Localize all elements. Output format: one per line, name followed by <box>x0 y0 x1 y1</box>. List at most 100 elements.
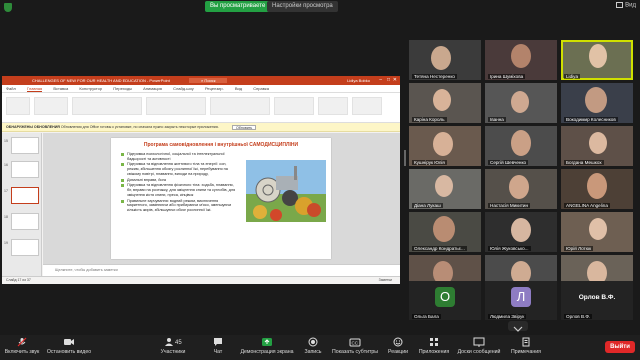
ribbon-tab[interactable]: Конструктор <box>79 86 102 91</box>
mic-muted-icon <box>17 337 27 347</box>
cc-icon: CC <box>349 338 361 347</box>
editing-group[interactable] <box>274 97 314 115</box>
participant-tile[interactable]: Настасія Микитин <box>485 169 557 209</box>
participant-name: Орлов В.Ф. <box>564 314 593 319</box>
clipboard-group[interactable] <box>6 97 30 115</box>
ribbon-tab[interactable]: Слайд-шоу <box>173 86 194 91</box>
infobar-title: ОБНАРУЖЕНЫ ОБНОВЛЕНИЯ <box>6 125 60 129</box>
participant-tile[interactable]: Орлов В.Ф. Орлов В.Ф. <box>561 281 633 320</box>
slide-canvas[interactable]: Програма самовідновлення і внутрішньої С… <box>43 133 400 276</box>
participant-tile[interactable]: Ірина Шуміхова <box>485 40 557 80</box>
close-icon[interactable]: ✕ <box>393 76 397 85</box>
whiteboard-icon <box>473 337 485 347</box>
slide-thumbnail[interactable] <box>11 137 39 154</box>
ribbon-tab[interactable]: Анимация <box>143 86 162 91</box>
apps-grid-icon <box>430 338 438 346</box>
share-screen-button[interactable]: Демонстрация экрана <box>238 337 296 355</box>
notes-pane[interactable]: Щелкните, чтобы добавить заметки <box>43 264 400 276</box>
ppt-titlebar: CHALLENGES OF NEW FOR OUR HEALTH AND EDU… <box>2 76 400 85</box>
reactions-button[interactable]: Реакции <box>384 337 412 355</box>
participant-name: Кушнірук Юлія <box>412 160 447 165</box>
participant-name: Настасія Микитин <box>488 203 531 208</box>
show-captions-button[interactable]: CC Показать субтитры <box>330 337 380 355</box>
participant-tile[interactable]: Богдана Мешкох <box>561 126 633 166</box>
participants-button[interactable]: 45 Участники <box>156 337 190 355</box>
slide-thumbnail[interactable] <box>11 239 39 256</box>
designer-group[interactable] <box>352 97 382 115</box>
bullet-item: Правильне харчування: водний режим, викл… <box>121 199 239 213</box>
slide-thumbnail-selected[interactable] <box>11 187 39 204</box>
slide-counter: Слайд 17 из 37 <box>6 278 31 282</box>
participant-name: Діана Лукаш <box>412 203 443 208</box>
ppt-user-name: Lidiya Bobko <box>347 78 370 83</box>
slide-title: Програма самовідновлення і внутрішньої С… <box>143 142 299 148</box>
participant-avatar: Л <box>511 287 531 307</box>
ribbon-tab[interactable]: Файл <box>6 86 16 91</box>
ribbon-tab-home[interactable]: Главная <box>26 86 43 92</box>
split-handle[interactable] <box>404 150 406 166</box>
apps-button[interactable]: Приложения <box>414 337 454 355</box>
update-button[interactable]: Обновить <box>232 125 257 130</box>
drawing-group[interactable] <box>210 97 270 115</box>
thumb-number: 16 <box>4 163 8 167</box>
leave-meeting-button[interactable]: Выйти <box>605 341 635 353</box>
meeting-toolbar: Включить звук Остановить видео 45 Участн… <box>0 335 640 360</box>
slides-group[interactable] <box>34 97 68 115</box>
ppt-ribbon <box>2 93 400 123</box>
participant-tile[interactable]: Тетяна Нестеренко <box>409 40 481 80</box>
current-slide[interactable]: Програма самовідновлення і внутрішньої С… <box>111 138 331 259</box>
svg-text:CC: CC <box>352 341 359 346</box>
record-button[interactable]: Запись <box>300 337 326 355</box>
gallery-page-down-button[interactable] <box>508 321 528 332</box>
ppt-statusbar: Слайд 17 из 37 Заметки <box>2 276 400 284</box>
whiteboards-button[interactable]: Доски сообщений <box>456 337 502 355</box>
infobar-text: Обновления для Office готовы к установке… <box>60 125 219 129</box>
participant-tile[interactable]: Кушнірук Юлія <box>409 126 481 166</box>
participant-tile[interactable]: Юлія Жуковсько... <box>485 212 557 252</box>
view-button[interactable]: Вид <box>616 2 636 9</box>
unmute-button[interactable]: Включить звук <box>2 337 42 355</box>
slide-thumbnail[interactable] <box>11 213 39 230</box>
participant-tile-active-speaker[interactable]: Lidiya <box>561 40 633 80</box>
notes-button[interactable]: Примечания <box>506 337 546 355</box>
notes-toggle[interactable]: Заметки <box>379 277 392 284</box>
ribbon-tab[interactable]: Рецензир. <box>205 86 224 91</box>
participant-name: ANGELINA Angelina <box>564 203 610 208</box>
ribbon-tab[interactable]: Справка <box>253 86 269 91</box>
participant-tile[interactable]: Сергій Шевченко <box>485 126 557 166</box>
slide-thumbnails[interactable]: 15 16 17 18 19 <box>2 133 42 276</box>
ribbon-tab[interactable]: Вставка <box>53 86 68 91</box>
participant-tile[interactable]: Каріна Король <box>409 83 481 123</box>
participants-count: 45 <box>175 340 182 346</box>
view-settings-button[interactable]: Настройки просмотра <box>267 1 338 12</box>
participant-name: Людмила Звірук <box>488 314 527 319</box>
slide-thumbnail[interactable] <box>11 161 39 178</box>
bullet-item: Підтримка та відновлення фізичного тіла:… <box>121 183 239 197</box>
stop-video-button[interactable]: Остановить видео <box>44 337 94 355</box>
maximize-icon[interactable]: □ <box>387 76 390 85</box>
ppt-search-box[interactable]: ⌕ Поиск <box>189 78 228 83</box>
participant-tile[interactable]: Юрій Лотюк <box>561 212 633 252</box>
paragraph-group[interactable] <box>146 97 206 115</box>
participant-name: Каріна Король <box>412 117 447 122</box>
participant-name: Lidiya <box>564 74 581 79</box>
participant-tile[interactable]: О Ольга Бала <box>409 281 481 320</box>
participant-tile[interactable]: Діана Лукаш <box>409 169 481 209</box>
participant-tile[interactable]: Л Людмила Звірук <box>485 281 557 320</box>
meeting-topbar: Вы просматриваете экран Lidiya Настройки… <box>0 0 640 14</box>
slide-bullets: Підтримка психологічної, соціальної та і… <box>121 152 239 214</box>
security-shield-icon[interactable] <box>4 3 12 12</box>
ribbon-tab[interactable]: Переходы <box>113 86 132 91</box>
participant-tile[interactable]: Іванна <box>485 83 557 123</box>
grid-icon <box>616 2 624 8</box>
minimize-icon[interactable]: – <box>379 76 382 85</box>
font-group[interactable] <box>72 97 142 115</box>
shared-screen[interactable]: CHALLENGES OF NEW FOR OUR HEALTH AND EDU… <box>2 76 400 284</box>
chat-button[interactable]: Чат <box>206 337 230 355</box>
participant-tile[interactable]: Олександр Кондратьє... <box>409 212 481 252</box>
ribbon-tab[interactable]: Вид <box>235 86 242 91</box>
participant-tile[interactable]: ANGELINA Angelina <box>561 169 633 209</box>
voice-group[interactable] <box>318 97 348 115</box>
people-icon: 45 <box>165 338 182 346</box>
participant-tile[interactable]: Вокодимир Колесников <box>561 83 633 123</box>
